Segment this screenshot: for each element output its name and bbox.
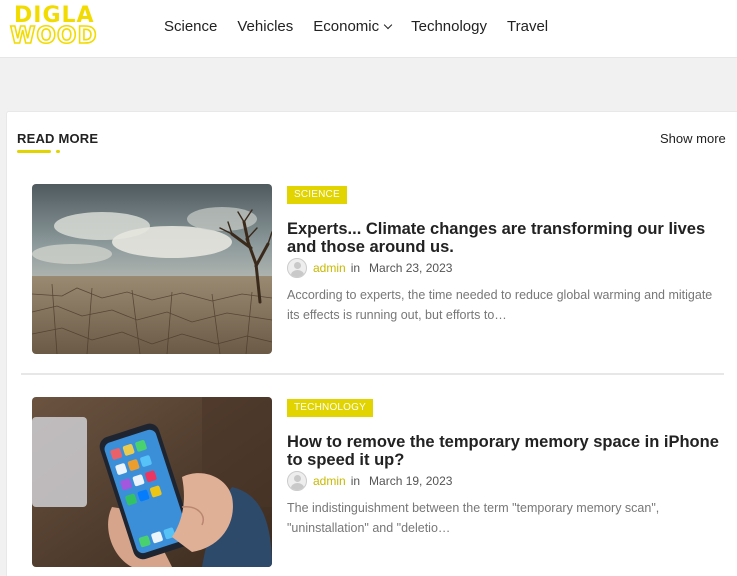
- post-thumbnail[interactable]: [32, 397, 272, 567]
- user-avatar-icon: [287, 258, 307, 278]
- post-meta-in: in: [350, 474, 361, 488]
- nav-item-travel[interactable]: Travel: [507, 18, 548, 35]
- nav-item-label: Technology: [411, 17, 487, 35]
- post-meta: admin in March 19, 2023: [287, 471, 452, 491]
- nav-item-label: Science: [164, 17, 218, 35]
- nav-item-science[interactable]: Science: [164, 18, 217, 35]
- post-author[interactable]: admin: [313, 261, 346, 275]
- post-title[interactable]: Experts... Climate changes are transform…: [287, 220, 732, 256]
- post-thumbnail-image: [32, 397, 272, 567]
- chevron-down-icon: [383, 20, 393, 29]
- nav-item-label: Travel: [507, 17, 549, 35]
- main-nav: Science Vehicles Economic Technology Tra…: [164, 0, 568, 52]
- post-excerpt: The indistinguishment between the term "…: [287, 501, 660, 535]
- post-thumbnail[interactable]: [32, 184, 272, 354]
- post-date: March 19, 2023: [369, 474, 453, 488]
- post-meta: admin in March 23, 2023: [287, 258, 452, 278]
- user-avatar-icon: [287, 471, 307, 491]
- site-header: DIGLA WOOD Science Vehicles Economic Tec…: [0, 0, 737, 58]
- nav-item-label: Economic: [313, 17, 380, 35]
- section-title-dot: [56, 150, 60, 153]
- nav-item-technology[interactable]: Technology: [411, 18, 487, 35]
- section-title-underline: [17, 150, 51, 153]
- nav-item-label: Vehicles: [237, 17, 294, 35]
- section-title: READ MORE: [17, 131, 99, 146]
- category-badge-technology[interactable]: TECHNOLOGY: [287, 399, 374, 417]
- post-excerpt: According to experts, the time needed to…: [287, 288, 713, 322]
- post-card: SCIENCE Experts... Climate changes are t…: [32, 184, 732, 354]
- post-title[interactable]: How to remove the temporary memory space…: [287, 433, 732, 469]
- show-more-link[interactable]: Show more: [660, 131, 726, 146]
- nav-item-economic[interactable]: Economic: [313, 17, 393, 35]
- read-more-section: READ MORE Show more SCIENCE Experts... C…: [6, 111, 737, 576]
- logo-line-2: WOOD: [9, 23, 98, 49]
- post-card: TECHNOLOGY How to remove the temporary m…: [32, 397, 732, 567]
- nav-item-vehicles[interactable]: Vehicles: [237, 18, 293, 35]
- post-author[interactable]: admin: [313, 474, 346, 488]
- post-divider: [21, 373, 724, 375]
- post-meta-in: in: [350, 261, 361, 275]
- site-logo[interactable]: DIGLA WOOD: [9, 5, 138, 49]
- post-thumbnail-image: [32, 184, 272, 354]
- category-badge-science[interactable]: SCIENCE: [287, 186, 347, 204]
- post-date: March 23, 2023: [369, 261, 453, 275]
